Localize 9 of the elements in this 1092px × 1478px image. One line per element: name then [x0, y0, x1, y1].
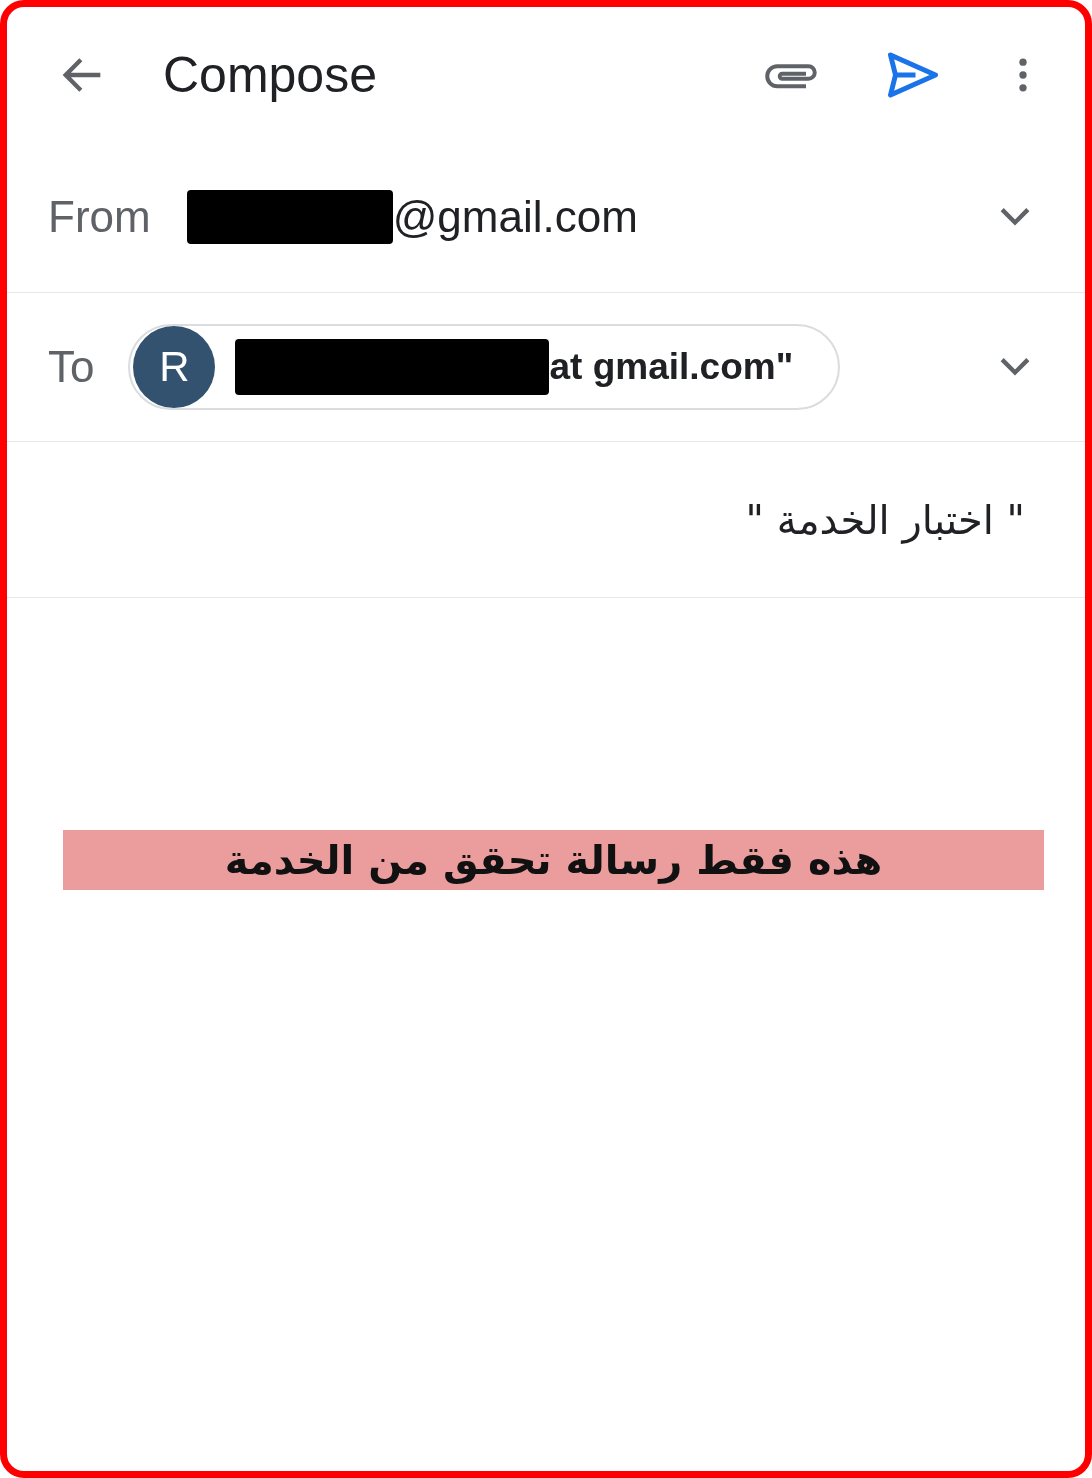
email-address: @gmail.com [392, 192, 638, 242]
recipient-address: at gmail.com" [549, 346, 794, 388]
window-title: Compose [163, 45, 377, 104]
subject-field[interactable]: " اختبار الخدمة " [745, 496, 1025, 543]
to-label: To [48, 342, 95, 392]
from-label: From [48, 192, 151, 242]
avatar: R [133, 326, 216, 408]
highlighted-text: هذه فقط رسالة تحقق من الخدمة [63, 830, 1044, 890]
recipient-chip[interactable]: R at gmail.com" [128, 324, 841, 410]
